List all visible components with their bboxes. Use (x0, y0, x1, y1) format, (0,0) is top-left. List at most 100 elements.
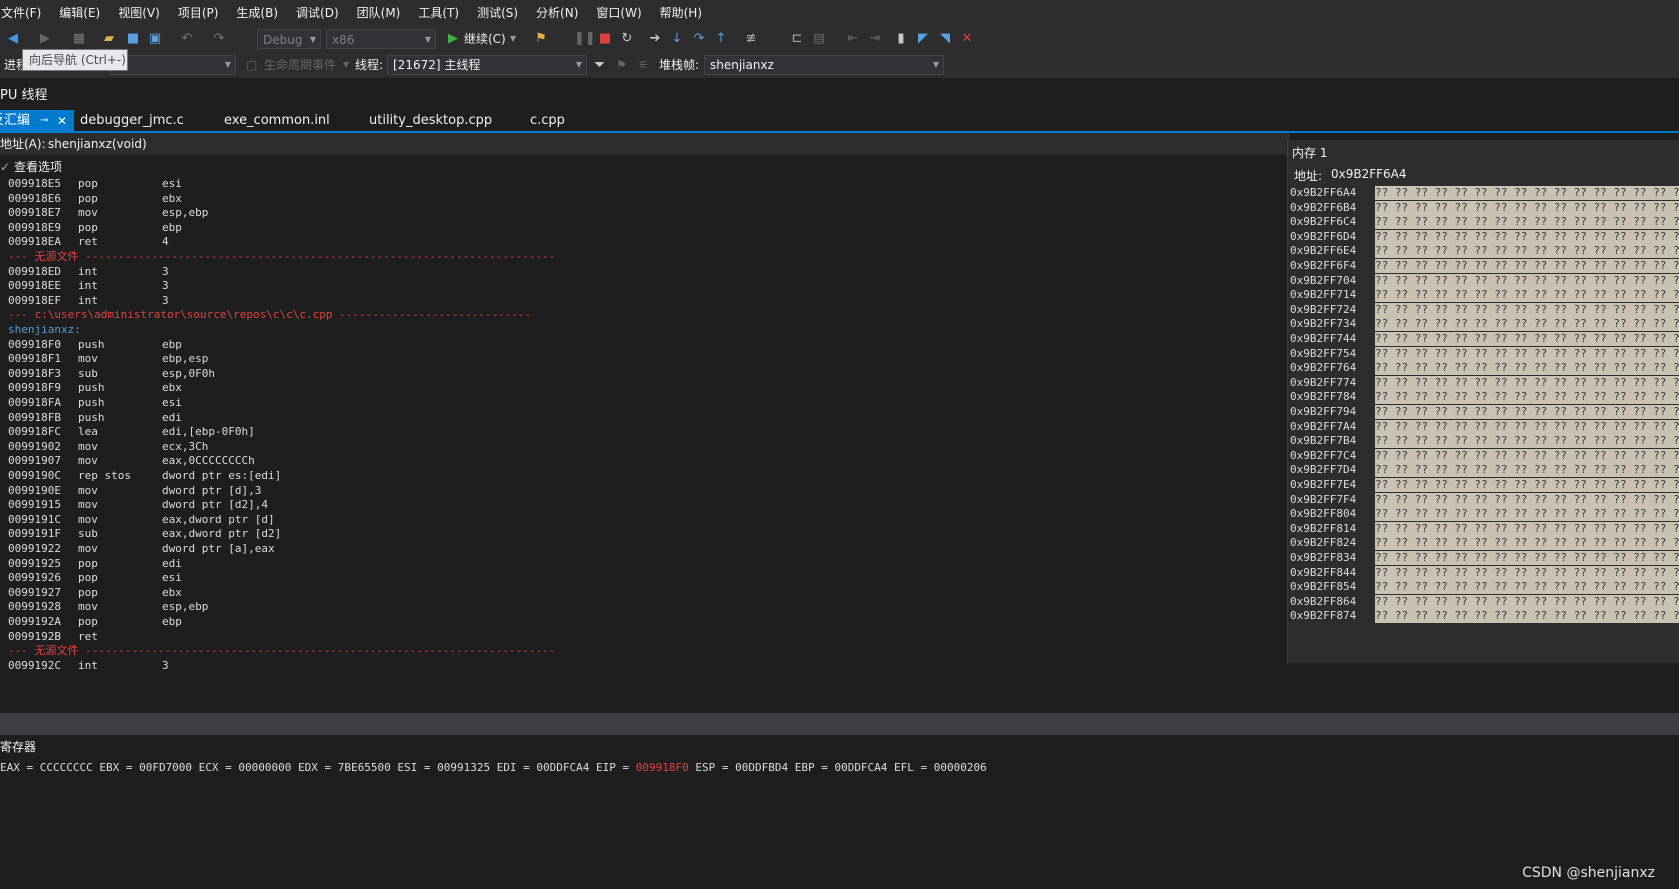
navigate-forward-icon[interactable]: ▶ (36, 30, 54, 48)
disasm-line[interactable]: 00991922 mov dword ptr [a],eax (8, 541, 275, 556)
address-input[interactable]: shenjianxz(void) (48, 133, 147, 155)
undo-icon[interactable]: ↶ (178, 30, 196, 48)
show-next-statement-icon[interactable]: ➔ (646, 30, 664, 48)
disasm-line[interactable]: 0099191C mov eax,dword ptr [d] (8, 512, 275, 527)
menu-item[interactable]: 项目(P) (169, 0, 228, 26)
step-into-icon[interactable]: ↓ (668, 30, 686, 48)
filter-icon[interactable]: ⏷ (594, 52, 605, 78)
redo-icon[interactable]: ↷ (210, 30, 228, 48)
menu-item[interactable]: 生成(B) (227, 0, 287, 26)
memory-row-bytes[interactable]: ?? ?? ?? ?? ?? ?? ?? ?? ?? ?? ?? ?? ?? ?… (1375, 448, 1679, 463)
function-label[interactable]: shenjianxz: (8, 322, 81, 337)
disasm-line[interactable]: 0099191F sub eax,dword ptr [d2] (8, 526, 281, 541)
disasm-line[interactable]: 0099192A pop ebp (8, 614, 182, 629)
disasm-line[interactable]: 009918FC lea edi,[ebp-0F0h] (8, 424, 255, 439)
close-icon[interactable]: ✕ (57, 110, 67, 132)
disasm-line[interactable]: 009918FA push esi (8, 395, 182, 410)
menu-item[interactable]: 编辑(E) (50, 0, 109, 26)
lifecycle-label[interactable]: 生命周期事件 (264, 52, 336, 78)
memory-row-bytes[interactable]: ?? ?? ?? ?? ?? ?? ?? ?? ?? ?? ?? ?? ?? ?… (1375, 551, 1679, 565)
menu-item[interactable]: 工具(T) (409, 0, 468, 26)
menu-item[interactable]: 帮助(H) (651, 0, 711, 26)
memory-row-bytes[interactable]: ?? ?? ?? ?? ?? ?? ?? ?? ?? ?? ?? ?? ?? ?… (1375, 405, 1679, 419)
thread-combo[interactable]: [21672] 主线程 ▼ (387, 55, 587, 75)
show-flagged-icon[interactable]: ⚟ (638, 52, 649, 78)
memory-row-bytes[interactable]: ?? ?? ?? ?? ?? ?? ?? ?? ?? ?? ?? ?? ?? ?… (1375, 288, 1679, 303)
memory-row-bytes[interactable]: ?? ?? ?? ?? ?? ?? ?? ?? ?? ?? ?? ?? ?? ?… (1375, 375, 1679, 390)
save-all-icon[interactable]: ▣ (146, 30, 164, 48)
memory-row-bytes[interactable]: ?? ?? ?? ?? ?? ?? ?? ?? ?? ?? ?? ?? ?? ?… (1375, 186, 1679, 200)
disasm-line[interactable]: 009918F1 mov ebp,esp (8, 351, 208, 366)
menu-item[interactable]: 分析(N) (527, 0, 587, 26)
disasm-line[interactable]: 00991915 mov dword ptr [d2],4 (8, 497, 268, 512)
source-separator[interactable]: --- 无源文件 -------------------------------… (8, 643, 555, 658)
memory-row-bytes[interactable]: ?? ?? ?? ?? ?? ?? ?? ?? ?? ?? ?? ?? ?? ?… (1375, 317, 1679, 332)
disasm-line[interactable]: 009918EF int 3 (8, 293, 169, 308)
disasm-line[interactable]: 009918E5 pop esi (8, 176, 182, 191)
tab-debugger-jmc[interactable]: debugger_jmc.c (80, 110, 184, 132)
memory-row-bytes[interactable]: ?? ?? ?? ?? ?? ?? ?? ?? ?? ?? ?? ?? ?? ?… (1375, 419, 1679, 434)
disasm-line[interactable]: 009918F9 push ebx (8, 380, 182, 395)
memory-row-bytes[interactable]: ?? ?? ?? ?? ?? ?? ?? ?? ?? ?? ?? ?? ?? ?… (1375, 609, 1679, 624)
menu-item[interactable]: 窗口(W) (587, 0, 650, 26)
disasm-line[interactable]: 00991928 mov esp,ebp (8, 599, 208, 614)
disasm-line[interactable]: 00991902 mov ecx,3Ch (8, 439, 208, 454)
config-combo[interactable]: Debug ▼ (257, 29, 321, 49)
menu-item[interactable]: 视图(V) (109, 0, 169, 26)
hex-display-icon[interactable]: ≢ (742, 30, 760, 48)
restart-icon[interactable]: ↻ (618, 30, 636, 48)
chevron-down-icon[interactable]: ▼ (343, 52, 349, 78)
outdent-icon[interactable]: ⇥ (866, 30, 884, 48)
comment-icon[interactable]: ▤ (810, 30, 828, 48)
next-bookmark-icon[interactable]: ◥ (936, 30, 954, 48)
menu-item[interactable]: 调试(D) (287, 0, 348, 26)
disasm-line[interactable]: 009918FB push edi (8, 410, 182, 425)
step-over-icon[interactable]: ↷ (690, 30, 708, 48)
disasm-line[interactable]: 009918ED int 3 (8, 264, 169, 279)
memory-row-bytes[interactable]: ?? ?? ?? ?? ?? ?? ?? ?? ?? ?? ?? ?? ?? ?… (1375, 521, 1679, 536)
disasm-line[interactable]: 0099192C int 3 (8, 658, 169, 673)
memory-row-bytes[interactable]: ?? ?? ?? ?? ?? ?? ?? ?? ?? ?? ?? ?? ?? ?… (1375, 478, 1679, 492)
memory-row-bytes[interactable]: ?? ?? ?? ?? ?? ?? ?? ?? ?? ?? ?? ?? ?? ?… (1375, 229, 1679, 244)
memory-row-bytes[interactable]: ?? ?? ?? ?? ?? ?? ?? ?? ?? ?? ?? ?? ?? ?… (1375, 580, 1679, 595)
memory-address-input[interactable]: 0x9B2FF6A4 (1331, 167, 1407, 181)
tab-disassembly[interactable]: 反汇编 ⊸ ✕ (0, 110, 74, 132)
disasm-line[interactable]: 00991926 pop esi (8, 570, 182, 585)
memory-row-bytes[interactable]: ?? ?? ?? ?? ?? ?? ?? ?? ?? ?? ?? ?? ?? ?… (1375, 434, 1679, 449)
memory-row-bytes[interactable]: ?? ?? ?? ?? ?? ?? ?? ?? ?? ?? ?? ?? ?? ?… (1375, 273, 1679, 288)
memory-row-bytes[interactable]: ?? ?? ?? ?? ?? ?? ?? ?? ?? ?? ?? ?? ?? ?… (1375, 536, 1679, 551)
pause-icon[interactable]: ❚❚ (574, 30, 596, 48)
new-project-icon[interactable]: ▦ (70, 30, 88, 48)
memory-row-bytes[interactable]: ?? ?? ?? ?? ?? ?? ?? ?? ?? ?? ?? ?? ?? ?… (1375, 259, 1679, 273)
horizontal-scrollbar[interactable] (0, 713, 1679, 735)
memory-row-bytes[interactable]: ?? ?? ?? ?? ?? ?? ?? ?? ?? ?? ?? ?? ?? ?… (1375, 215, 1679, 230)
disasm-line[interactable]: 00991927 pop ebx (8, 585, 182, 600)
menu-item[interactable]: 文件(F) (0, 0, 50, 26)
threads-icon[interactable]: ⊏ (788, 30, 806, 48)
memory-row-bytes[interactable]: ?? ?? ?? ?? ?? ?? ?? ?? ?? ?? ?? ?? ?? ?… (1375, 332, 1679, 346)
open-file-icon[interactable]: ▰ (100, 30, 118, 48)
disasm-line[interactable]: 009918EE int 3 (8, 278, 169, 293)
stackframe-combo[interactable]: shenjianxz ▼ (704, 55, 944, 75)
bookmark-icon[interactable]: ▮ (892, 30, 910, 48)
memory-row-bytes[interactable]: ?? ?? ?? ?? ?? ?? ?? ?? ?? ?? ?? ?? ?? ?… (1375, 463, 1679, 478)
memory-row-bytes[interactable]: ?? ?? ?? ?? ?? ?? ?? ?? ?? ?? ?? ?? ?? ?… (1375, 302, 1679, 317)
memory-row-bytes[interactable]: ?? ?? ?? ?? ?? ?? ?? ?? ?? ?? ?? ?? ?? ?… (1375, 346, 1679, 361)
memory-row-bytes[interactable]: ?? ?? ?? ?? ?? ?? ?? ?? ?? ?? ?? ?? ?? ?… (1375, 507, 1679, 522)
step-out-icon[interactable]: ↑ (712, 30, 730, 48)
disassembly-view[interactable]: 009918E5 pop esi 009918E6 pop ebx 009918E7 mov e… (0, 176, 1288, 712)
disasm-line[interactable]: 009918E9 pop ebp (8, 220, 182, 235)
source-separator[interactable]: --- 无源文件 -------------------------------… (8, 249, 555, 264)
memory-row-bytes[interactable]: ?? ?? ?? ?? ?? ?? ?? ?? ?? ?? ?? ?? ?? ?… (1375, 200, 1679, 215)
platform-combo[interactable]: x86 ▼ (326, 29, 436, 49)
menu-item[interactable]: 团队(M) (348, 0, 410, 26)
disasm-line[interactable]: 0099190C rep stos dword ptr es:[edi] (8, 468, 281, 483)
tab-exe-common[interactable]: exe_common.inl (224, 110, 330, 132)
clear-bookmarks-icon[interactable]: ✕ (958, 30, 976, 48)
tab-utility-desktop[interactable]: utility_desktop.cpp (369, 110, 492, 132)
disasm-line[interactable]: 009918EA ret 4 (8, 234, 169, 249)
prev-bookmark-icon[interactable]: ◤ (914, 30, 932, 48)
attach-process-icon[interactable]: ⚑ (532, 30, 550, 48)
pin-icon[interactable]: ⊸ (40, 110, 48, 132)
memory-row-bytes[interactable]: ?? ?? ?? ?? ?? ?? ?? ?? ?? ?? ?? ?? ?? ?… (1375, 594, 1679, 609)
